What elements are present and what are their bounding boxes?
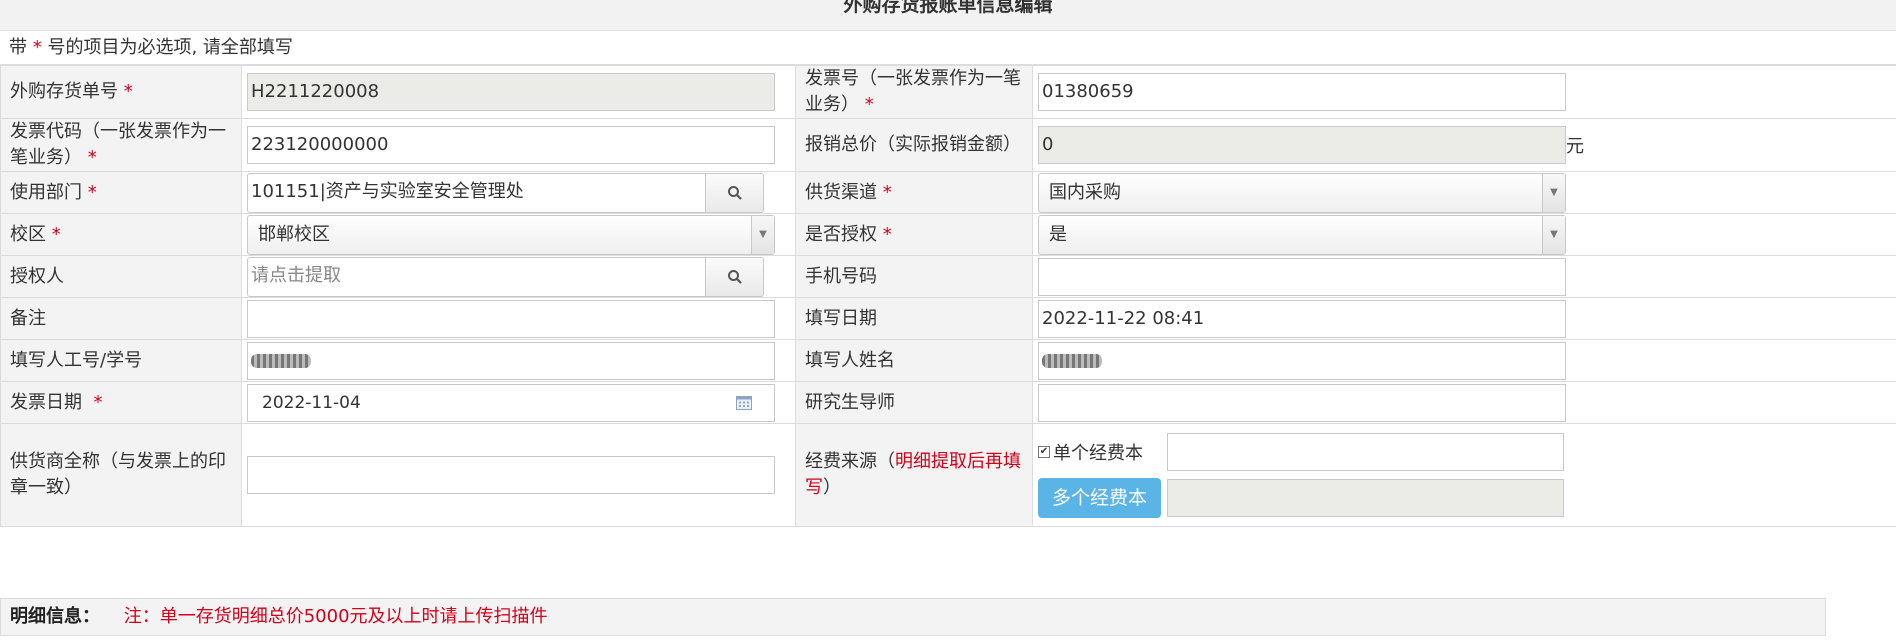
search-icon (727, 269, 742, 284)
multi-fund-button[interactable]: 多个经费本 (1038, 478, 1162, 518)
invoice-code-label: 发票代码（一张发票作为一笔业务） * (0, 118, 242, 172)
channel-label: 供货渠道 * (795, 171, 1033, 214)
single-fund-field[interactable] (1167, 433, 1564, 471)
filler-name-label: 填写人姓名 (795, 339, 1033, 382)
supervisor-field[interactable] (1038, 383, 1566, 422)
order-no-field: H2211220008 (247, 73, 775, 111)
search-icon (727, 185, 742, 200)
supplier-label: 供货商全称（与发票上的印章一致） (0, 423, 242, 527)
supervisor-label: 研究生导师 (795, 381, 1033, 424)
invoice-code-field[interactable]: 223120000000 (247, 126, 775, 164)
detail-header: 明细信息： 注：单一存货明细总价5000元及以上时请上传扫描件 (0, 598, 1826, 636)
page-title: 外购存货报账单信息编辑 (0, 0, 1896, 31)
department-field[interactable]: 101151|资产与实验室安全管理处 (247, 172, 706, 213)
filler-name-field[interactable] (1038, 341, 1566, 380)
order-no-label: 外购存货单号 * (0, 65, 242, 119)
single-fund-label: 单个经费本 (1053, 443, 1143, 464)
authorizer-field[interactable]: 请点击提取 (247, 256, 706, 297)
fund-source-label: 经费来源（明细提取后再填写） (795, 423, 1033, 527)
chevron-down-icon: ▼ (1542, 215, 1565, 254)
total-price-label: 报销总价（实际报销金额） (795, 118, 1033, 172)
invoice-no-field[interactable]: 01380659 (1038, 73, 1566, 111)
phone-field[interactable] (1038, 257, 1566, 296)
total-price-field: 0 (1038, 126, 1566, 164)
redacted-value (251, 353, 311, 368)
campus-label: 校区 * (0, 213, 242, 256)
authorizer-picker: 请点击提取 (247, 256, 765, 297)
chevron-down-icon: ▼ (1542, 173, 1565, 212)
single-fund-checkbox[interactable]: ✔ (1038, 446, 1050, 458)
invoice-no-label: 发票号（一张发票作为一笔业务） * (795, 65, 1033, 119)
required-notice: 带 * 号的项目为必选项, 请全部填写 (0, 31, 1896, 65)
authorizer-search-button[interactable] (706, 256, 764, 297)
authorized-label: 是否授权 * (795, 213, 1033, 256)
fill-date-field[interactable]: 2022-11-22 08:41 (1038, 299, 1566, 338)
remark-field[interactable] (247, 299, 775, 338)
department-picker: 101151|资产与实验室安全管理处 (247, 172, 765, 213)
channel-select[interactable]: 国内采购 ▼ (1038, 172, 1566, 213)
chevron-down-icon: ▼ (751, 215, 774, 254)
filler-id-field[interactable] (247, 341, 775, 380)
redacted-value (1042, 353, 1102, 368)
department-label: 使用部门 * (0, 171, 242, 214)
invoice-date-label: 发票日期 * (0, 381, 242, 424)
currency-unit: 元 (1566, 136, 1584, 157)
authorizer-label: 授权人 (0, 255, 242, 298)
phone-label: 手机号码 (795, 255, 1033, 298)
calendar-icon[interactable] (736, 395, 752, 410)
campus-select[interactable]: 邯郸校区 ▼ (247, 214, 775, 255)
remark-label: 备注 (0, 297, 242, 340)
supplier-field[interactable] (247, 456, 775, 494)
invoice-date-field[interactable]: 2022-11-04 (247, 383, 775, 422)
detail-note: 注：单一存货明细总价5000元及以上时请上传扫描件 (123, 606, 548, 627)
authorized-select[interactable]: 是 ▼ (1038, 214, 1566, 255)
multi-fund-field (1167, 479, 1565, 517)
filler-id-label: 填写人工号/学号 (0, 339, 242, 382)
department-search-button[interactable] (706, 172, 764, 213)
detail-label: 明细信息： (10, 606, 100, 627)
form-table: 外购存货单号 * H2211220008 发票号（一张发票作为一笔业务） * 0… (0, 65, 1896, 527)
fill-date-label: 填写日期 (795, 297, 1033, 340)
